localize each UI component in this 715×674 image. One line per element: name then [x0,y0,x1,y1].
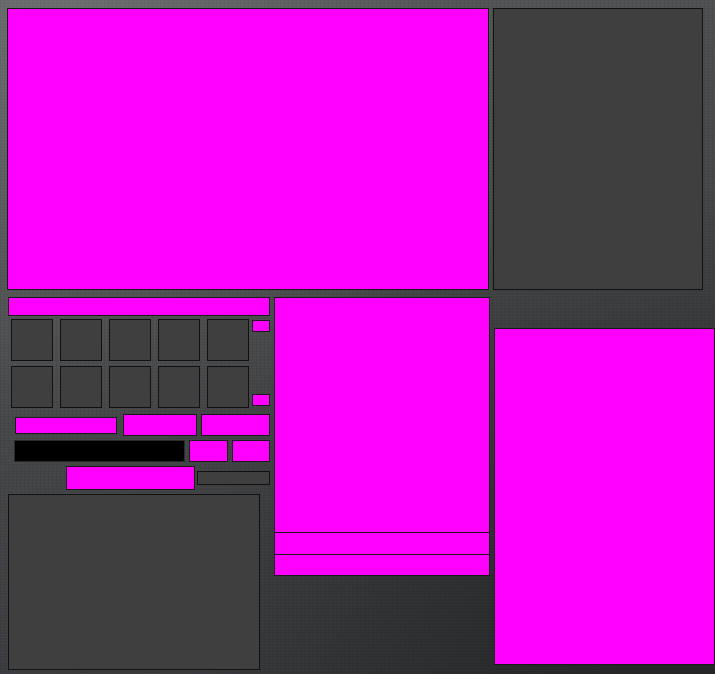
small-button-2[interactable] [232,440,270,462]
scroll-down-button[interactable] [252,394,270,406]
text-input-field[interactable] [14,440,185,462]
main-viewport-panel [7,8,489,290]
wide-button[interactable] [66,466,195,490]
inventory-slot[interactable] [11,319,53,361]
action-button-2[interactable] [123,414,197,436]
action-button-3[interactable] [201,414,270,436]
action-button-1[interactable] [15,417,117,434]
inventory-slot[interactable] [207,319,249,361]
inventory-header-bar [8,297,270,316]
inventory-slot[interactable] [158,366,200,408]
inventory-slot[interactable] [60,319,102,361]
inventory-slot[interactable] [60,366,102,408]
side-info-panel [493,8,703,290]
inventory-slot[interactable] [207,366,249,408]
scroll-up-button[interactable] [252,320,270,332]
inventory-slot[interactable] [109,319,151,361]
small-button-1[interactable] [189,440,228,462]
lower-left-panel [8,494,260,670]
right-detail-panel [494,328,715,665]
center-bar-1[interactable] [274,532,490,555]
center-bar-2[interactable] [274,554,490,576]
inventory-slot[interactable] [11,366,53,408]
progress-bar [197,471,270,485]
inventory-slot[interactable] [109,366,151,408]
center-preview-panel [274,297,490,533]
inventory-slot[interactable] [158,319,200,361]
